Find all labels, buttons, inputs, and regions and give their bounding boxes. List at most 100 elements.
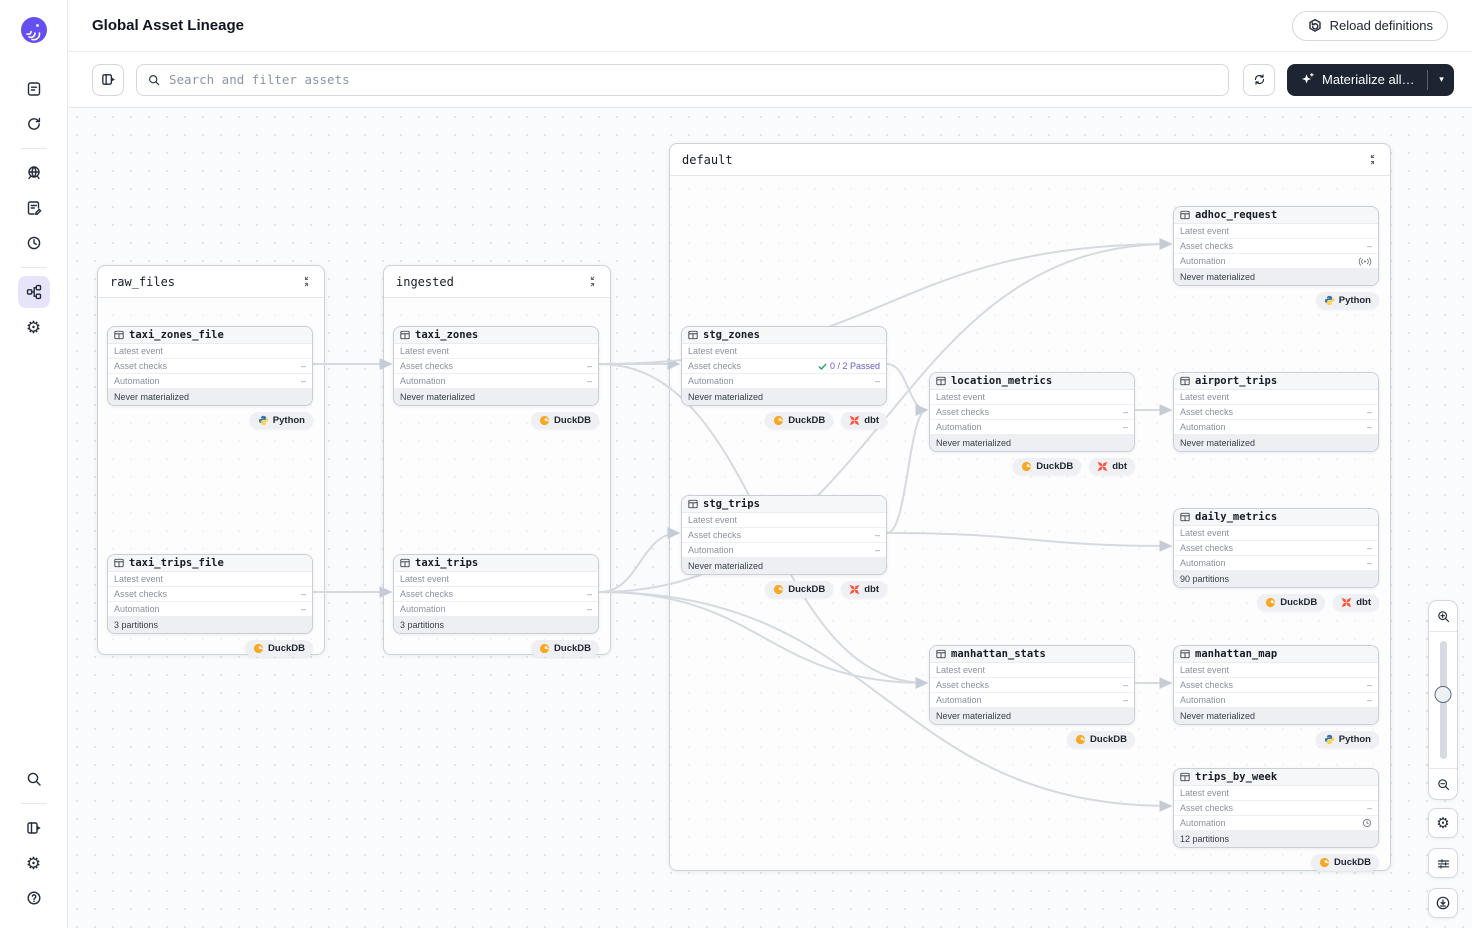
- chevron-down-icon: ▾: [1439, 74, 1444, 85]
- refresh-graph-button[interactable]: [1243, 64, 1275, 96]
- asset-card[interactable]: stg_tripsLatest eventAsset checks–Automa…: [681, 495, 887, 575]
- duckdb-badge: DuckDB: [245, 640, 313, 657]
- asset-name: trips_by_week: [1195, 771, 1277, 783]
- rail-deployment-globe[interactable]: [18, 157, 50, 189]
- asset-card[interactable]: taxi_zones_fileLatest eventAsset checks–…: [107, 326, 313, 406]
- asset-card[interactable]: daily_metricsLatest eventAsset checks–Au…: [1173, 508, 1379, 588]
- compute-kind-badges: DuckDBdbt: [1173, 594, 1379, 611]
- compute-kind-badges: DuckDBdbt: [681, 412, 887, 429]
- rail-jobs-note[interactable]: [18, 192, 50, 224]
- zoom-out-button[interactable]: [1428, 769, 1458, 799]
- rail-lineage-graph[interactable]: [18, 276, 50, 308]
- zoom-in-button[interactable]: [1428, 601, 1458, 631]
- duckdb-badge: DuckDB: [531, 412, 599, 429]
- automation-row: Automation–: [682, 374, 886, 389]
- duckdb-icon: [539, 643, 550, 654]
- table-asset-icon: [1180, 210, 1190, 220]
- materialize-all-button[interactable]: Materialize all…: [1287, 64, 1427, 96]
- asset-card[interactable]: taxi_zonesLatest eventAsset checks–Autom…: [393, 326, 599, 406]
- dbt-badge: dbt: [1333, 594, 1379, 611]
- download-view-button[interactable]: [1428, 888, 1458, 918]
- asset-card-header: location_metrics: [930, 373, 1134, 390]
- sidebar-expand-button[interactable]: [92, 64, 124, 96]
- materialization-status: Never materialized: [1174, 435, 1378, 451]
- asset-name: daily_metrics: [1195, 511, 1277, 523]
- asset-card[interactable]: manhattan_statsLatest eventAsset checks–…: [929, 645, 1135, 725]
- latest-event-row: Latest event: [108, 572, 312, 587]
- zoom-slider-thumb[interactable]: [1435, 686, 1452, 703]
- filters-sliders-icon: [1436, 856, 1451, 871]
- rail-search[interactable]: [18, 763, 50, 795]
- materialize-dropdown-caret[interactable]: ▾: [1428, 64, 1454, 96]
- rail-help[interactable]: [18, 882, 50, 914]
- rail-divider: [21, 803, 47, 804]
- rail-schedules-clock[interactable]: [18, 227, 50, 259]
- rail-settings-gear-bottom[interactable]: ⚙: [18, 847, 50, 879]
- asset-card-header: manhattan_map: [1174, 646, 1378, 663]
- asset-card[interactable]: location_metricsLatest eventAsset checks…: [929, 372, 1135, 452]
- duckdb-icon: [773, 584, 784, 595]
- dbt-badge: dbt: [841, 581, 887, 598]
- automation-row: Automation–: [1174, 693, 1378, 708]
- rail-runs-loop[interactable]: [18, 108, 50, 140]
- latest-event-row: Latest event: [682, 344, 886, 359]
- rail-settings-gear[interactable]: ⚙: [18, 311, 50, 343]
- asset-checks-row: Asset checks–: [394, 359, 598, 374]
- automation-row: Automation–: [394, 374, 598, 389]
- materialization-status: 3 partitions: [108, 617, 312, 633]
- sparkle-icon: [1300, 72, 1315, 87]
- zoom-slider[interactable]: [1429, 631, 1457, 769]
- compute-kind-badges: DuckDB: [393, 412, 599, 429]
- reload-definitions-button[interactable]: Reload definitions: [1292, 11, 1448, 41]
- compute-kind-badges: Python: [107, 412, 313, 429]
- lineage-canvas[interactable]: ⚙ raw_filesingesteddefaulttaxi_zones_fil…: [68, 108, 1472, 928]
- asset-card[interactable]: trips_by_weekLatest eventAsset checks–Au…: [1173, 768, 1379, 848]
- asset-node-taxi_trips_file: taxi_trips_fileLatest eventAsset checks–…: [107, 554, 313, 657]
- materialization-status: Never materialized: [1174, 269, 1378, 285]
- asset-card[interactable]: airport_tripsLatest eventAsset checks–Au…: [1173, 372, 1379, 452]
- rail-console-doc[interactable]: [18, 73, 50, 105]
- duckdb-icon: [1021, 461, 1032, 472]
- asset-checks-row: Asset checks–: [394, 587, 598, 602]
- asset-card-header: manhattan_stats: [930, 646, 1134, 663]
- asset-search: [136, 64, 1229, 96]
- latest-event-row: Latest event: [1174, 390, 1378, 405]
- graph-filters-button[interactable]: [1428, 848, 1458, 878]
- search-input[interactable]: [169, 72, 1218, 87]
- compute-kind-badges: DuckDBdbt: [929, 458, 1135, 475]
- gear-icon: ⚙: [26, 319, 41, 336]
- automation-row: Automation–: [682, 543, 886, 558]
- table-asset-icon: [114, 558, 124, 568]
- asset-checks-row: Asset checks–: [930, 405, 1134, 420]
- asset-card-header: stg_trips: [682, 496, 886, 513]
- asset-card[interactable]: taxi_trips_fileLatest eventAsset checks–…: [107, 554, 313, 634]
- python-icon: [258, 415, 269, 426]
- automation-row: Automation–: [394, 602, 598, 617]
- rail-panel-toggle[interactable]: [18, 812, 50, 844]
- latest-event-row: Latest event: [394, 572, 598, 587]
- dbt-icon: [849, 584, 860, 595]
- main-area: Global Asset Lineage Reload definitions: [68, 0, 1472, 928]
- asset-card[interactable]: taxi_tripsLatest eventAsset checks–Autom…: [393, 554, 599, 634]
- asset-name: airport_trips: [1195, 375, 1277, 387]
- asset-card[interactable]: adhoc_requestLatest eventAsset checks–Au…: [1173, 206, 1379, 286]
- dagster-app: ⚙ ⚙ Global Asset Lineage Relo: [0, 0, 1472, 928]
- sensor-automation-icon: [1358, 257, 1372, 266]
- asset-checks-row: Asset checks–: [1174, 541, 1378, 556]
- page-title: Global Asset Lineage: [92, 17, 244, 34]
- table-asset-icon: [1180, 376, 1190, 386]
- asset-checks-row: Asset checks–: [1174, 678, 1378, 693]
- compute-kind-badges: DuckDBdbt: [681, 581, 887, 598]
- asset-card-header: adhoc_request: [1174, 207, 1378, 224]
- automation-row: Automation: [1174, 254, 1378, 269]
- asset-node-adhoc_request: adhoc_requestLatest eventAsset checks–Au…: [1173, 206, 1379, 309]
- python-icon: [1324, 734, 1335, 745]
- asset-checks-row: Asset checks–: [930, 678, 1134, 693]
- dagster-logo-icon[interactable]: [20, 16, 48, 44]
- asset-card[interactable]: stg_zonesLatest eventAsset checks 0 / 2 …: [681, 326, 887, 406]
- asset-card[interactable]: manhattan_mapLatest eventAsset checks–Au…: [1173, 645, 1379, 725]
- graph-settings-button[interactable]: ⚙: [1428, 808, 1458, 838]
- gear-icon: ⚙: [1436, 816, 1449, 831]
- zoom-panel: [1428, 600, 1458, 800]
- latest-event-row: Latest event: [1174, 786, 1378, 801]
